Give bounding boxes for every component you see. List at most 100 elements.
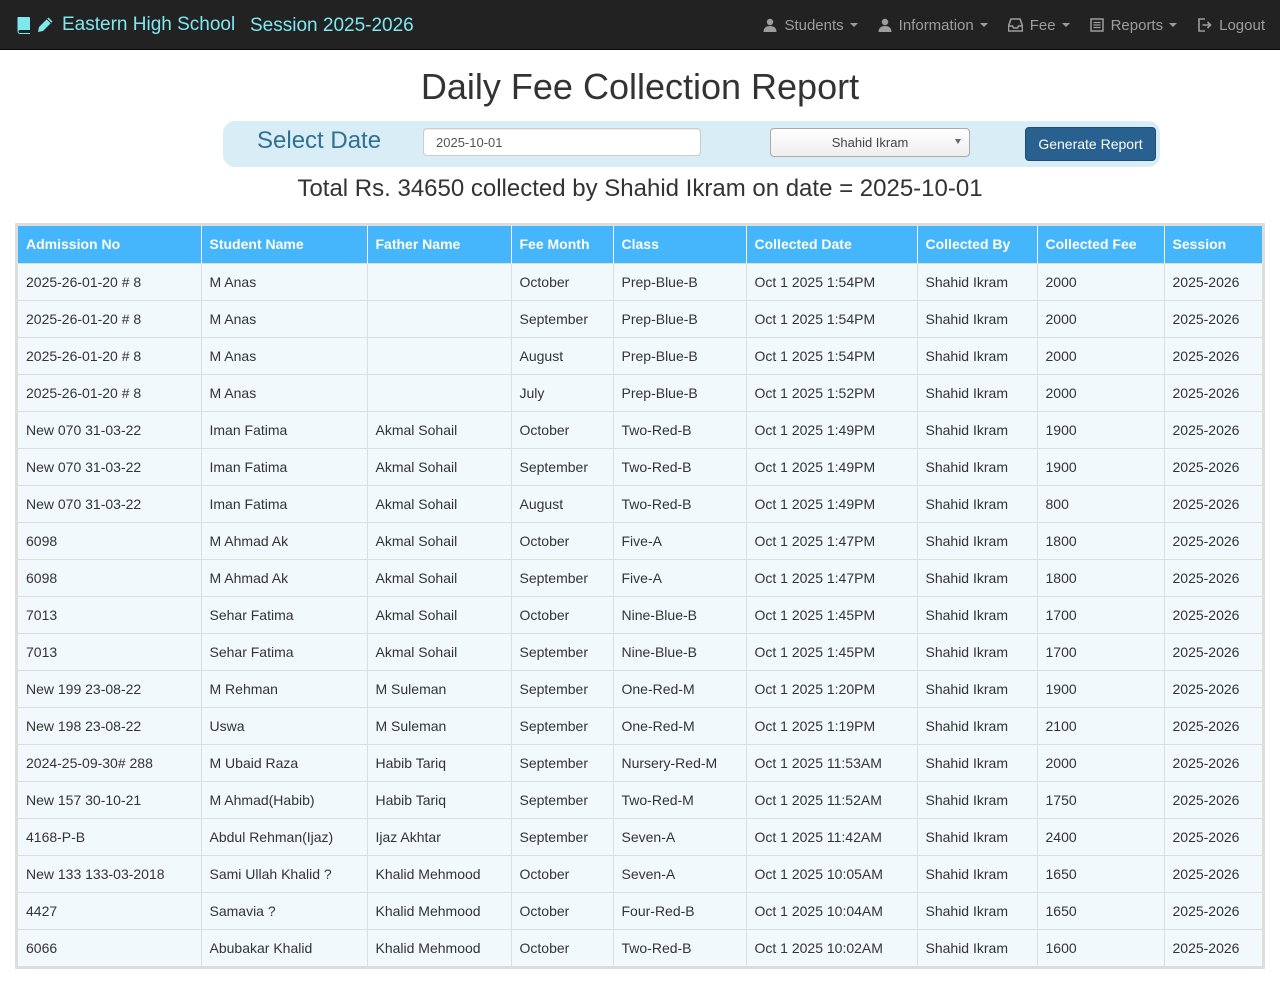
- table-cell: Shahid Ikram: [917, 484, 1038, 522]
- table-cell: Shahid Ikram: [917, 521, 1038, 559]
- inbox-icon: [1007, 18, 1030, 32]
- book-icon: [16, 16, 32, 34]
- table-row: 2025-26-01-20 # 8M Anas September Prep-Blu…: [18, 299, 1262, 337]
- table-cell: 2025-2026: [1164, 780, 1262, 818]
- table-cell: Prep-Blue-B: [613, 336, 747, 374]
- table-cell: Uswa: [201, 706, 368, 744]
- nav-students[interactable]: Students: [753, 0, 867, 50]
- table-cell: Akmal Sohail: [367, 558, 512, 596]
- table-cell: August: [511, 336, 614, 374]
- table-cell: 2025-2026: [1164, 595, 1262, 633]
- nav-reports[interactable]: Reports: [1080, 0, 1188, 50]
- table-cell: 2025-2026: [1164, 558, 1262, 596]
- table-cell: 2000: [1037, 299, 1165, 337]
- generate-report-button[interactable]: Generate Report: [1025, 127, 1156, 161]
- table-cell: Oct 1 2025 1:49PM: [746, 447, 918, 485]
- table-cell: Shahid Ikram: [917, 299, 1038, 337]
- table-cell: Shahid Ikram: [917, 262, 1038, 300]
- date-input[interactable]: [423, 128, 701, 156]
- table-cell: Shahid Ikram: [917, 669, 1038, 707]
- table-cell: Oct 1 2025 11:53AM: [746, 743, 918, 781]
- table-cell: 2025-2026: [1164, 262, 1262, 300]
- table-cell: Habib Tariq: [367, 743, 512, 781]
- nav-menu: Students Information Fee Reports Logout: [753, 0, 1280, 50]
- table-cell: 6098: [18, 521, 202, 559]
- table-cell: 7013: [18, 632, 202, 670]
- table-cell: Prep-Blue-B: [613, 299, 747, 337]
- caret-down-icon: [849, 23, 858, 27]
- caret-down-icon: [979, 23, 988, 27]
- caret-down-icon: [1169, 23, 1178, 27]
- table-row: New 070 31-03-22 Iman Fatima Akmal Sohail S…: [18, 447, 1262, 485]
- table-cell: 4427: [18, 891, 202, 929]
- column-header: Session: [1164, 226, 1262, 263]
- table-cell: Shahid Ikram: [917, 447, 1038, 485]
- table-cell: New 198 23-08-22: [18, 706, 202, 744]
- collector-select[interactable]: Shahid Ikram: [770, 128, 970, 157]
- table-cell: M Anas: [201, 373, 368, 411]
- table-row: 4427 Samavia ? Khalid Mehmood October Four-R…: [18, 891, 1262, 929]
- table-cell: Shahid Ikram: [917, 817, 1038, 855]
- table-cell: October: [511, 521, 614, 559]
- caret-down-icon: [1061, 23, 1070, 27]
- table-cell: Oct 1 2025 10:04AM: [746, 891, 918, 929]
- table-cell: Five-A: [613, 558, 747, 596]
- table-cell: 2025-2026: [1164, 817, 1262, 855]
- table-cell: Nine-Blue-B: [613, 595, 747, 633]
- table-cell: Habib Tariq: [367, 780, 512, 818]
- table-cell: M Anas: [201, 262, 368, 300]
- table-cell: Abubakar Khalid: [201, 928, 368, 966]
- table-cell: August: [511, 484, 614, 522]
- table-body: 2025-26-01-20 # 8M Anas October Prep-Blue-…: [18, 262, 1262, 966]
- table-cell: 1900: [1037, 447, 1165, 485]
- nav-information[interactable]: Information: [868, 0, 998, 50]
- pencil-icon: [36, 16, 54, 34]
- table-cell: 2000: [1037, 743, 1165, 781]
- table-row: 2024-25-09-30# 288 M Ubaid Raza Habib Tari…: [18, 743, 1262, 781]
- table-cell: Nine-Blue-B: [613, 632, 747, 670]
- nav-fee-label: Fee: [1029, 16, 1056, 34]
- table-cell: 2400: [1037, 817, 1165, 855]
- table-cell: 2025-26-01-20 # 8: [18, 373, 202, 411]
- table-cell: Oct 1 2025 10:02AM: [746, 928, 918, 966]
- table-cell: Abdul Rehman(Ijaz): [201, 817, 368, 855]
- page-title: Daily Fee Collection Report: [420, 66, 860, 107]
- table-cell: 1900: [1037, 410, 1165, 448]
- table-cell: September: [511, 447, 614, 485]
- table-cell: September: [511, 632, 614, 670]
- fee-collection-table: Admission No Student Name Father Name Fee M…: [18, 226, 1262, 966]
- table-cell: Seven-A: [613, 854, 747, 892]
- nav-logout[interactable]: Logout: [1187, 0, 1280, 50]
- table-cell: Oct 1 2025 10:05AM: [746, 854, 918, 892]
- table-cell: 2025-26-01-20 # 8: [18, 262, 202, 300]
- table-cell: Shahid Ikram: [917, 891, 1038, 929]
- table-cell: Khalid Mehmood: [367, 928, 512, 966]
- table-cell: Akmal Sohail: [367, 521, 512, 559]
- table-cell: M Suleman: [367, 669, 512, 707]
- table-cell: 1600: [1037, 928, 1165, 966]
- brand[interactable]: Eastern High School: [16, 0, 235, 50]
- table-cell: New 199 23-08-22: [18, 669, 202, 707]
- table-cell: Oct 1 2025 1:54PM: [746, 336, 918, 374]
- table-cell: Shahid Ikram: [917, 373, 1038, 411]
- table-cell: Iman Fatima: [201, 484, 368, 522]
- table-cell: Seven-A: [613, 817, 747, 855]
- table-cell: New 070 31-03-22: [18, 447, 202, 485]
- column-header: Father Name: [367, 226, 512, 263]
- table-cell: July: [511, 373, 614, 411]
- column-header: Class: [613, 226, 747, 263]
- table-cell: [367, 373, 512, 411]
- session-label: Session 2025-2026: [250, 15, 414, 36]
- table-cell: Akmal Sohail: [367, 632, 512, 670]
- table-cell: Khalid Mehmood: [367, 891, 512, 929]
- table-cell: Prep-Blue-B: [613, 262, 747, 300]
- nav-fee[interactable]: Fee: [998, 0, 1080, 50]
- table-cell: Akmal Sohail: [367, 410, 512, 448]
- table-cell: Sehar Fatima: [201, 595, 368, 633]
- table-cell: 2000: [1037, 373, 1165, 411]
- table-row: 4168-P-B Abdul Rehman(Ijaz) Ijaz Akhtar Sep…: [18, 817, 1262, 855]
- table-cell: Oct 1 2025 1:52PM: [746, 373, 918, 411]
- column-header: Fee Month: [511, 226, 614, 263]
- table-cell: 1650: [1037, 854, 1165, 892]
- table-cell: 7013: [18, 595, 202, 633]
